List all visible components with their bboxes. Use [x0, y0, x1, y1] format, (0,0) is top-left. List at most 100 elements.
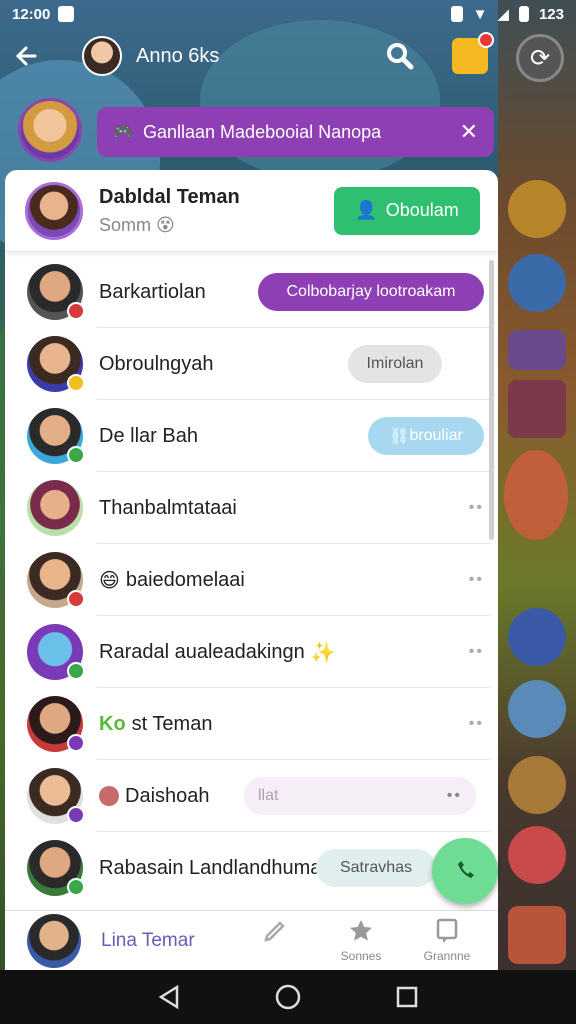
- notification-status-icon: [58, 6, 75, 22]
- status-bar: 12:00 ▼ ◢ 123: [0, 0, 576, 28]
- action-button[interactable]: llat ••: [244, 777, 476, 815]
- list-item[interactable]: Ko st Teman ••: [5, 688, 498, 760]
- compass-icon[interactable]: [508, 254, 566, 312]
- sync-icon: ⟳: [529, 44, 551, 72]
- search-icon: [387, 43, 414, 70]
- list-item-name: Rabasain Landlandhumah: [99, 856, 333, 879]
- status-right-text: 123: [538, 5, 564, 23]
- avatar[interactable]: [27, 913, 81, 968]
- list-item-name: Daishoah: [99, 785, 210, 808]
- avatar: [27, 840, 85, 896]
- tab-active-label[interactable]: Lina Temar: [101, 930, 195, 952]
- list-item[interactable]: Raradal aualeadakingn ✨ ••: [5, 616, 498, 688]
- triangle-back-icon: [158, 984, 179, 1010]
- list-item[interactable]: 😄 baiedomelaai ••: [5, 544, 498, 616]
- list-item[interactable]: Thanbalmtataai ••: [5, 472, 498, 544]
- avatar: [27, 696, 85, 752]
- list-item-name: De llar Bah: [99, 424, 198, 447]
- banner-avatar[interactable]: [18, 98, 82, 162]
- banner-text: Ganllaan Madebooial Nanopa: [143, 121, 382, 142]
- more-icon[interactable]: ••: [469, 715, 484, 732]
- banner-close-button[interactable]: ✕: [460, 119, 478, 145]
- emoji-icon: 😵: [156, 214, 175, 235]
- action-button[interactable]: Colbobarjay lootroakam: [258, 273, 484, 311]
- avatar: [27, 408, 85, 464]
- tag-icon: Ko: [99, 712, 126, 735]
- action-button[interactable]: ⛓ brouliar: [368, 417, 484, 455]
- check-shield-icon[interactable]: [508, 826, 566, 884]
- list-item-name: 😄 baiedomelaai: [99, 568, 245, 592]
- battery-icon: [518, 6, 529, 22]
- action-button[interactable]: Satravhas: [316, 849, 436, 887]
- more-icon[interactable]: ••: [469, 571, 484, 588]
- search-button[interactable]: [380, 36, 420, 76]
- panel-subtitle: Somm 😵: [99, 214, 175, 235]
- status-badge: [67, 446, 85, 464]
- game-controller-icon: 🎮: [113, 124, 133, 141]
- hammer-icon[interactable]: [508, 756, 566, 814]
- page-title: Anno 6ks: [136, 44, 220, 67]
- avatar: [27, 264, 85, 320]
- tab-messages[interactable]: Grannne: [417, 917, 477, 963]
- vibrate-icon: [450, 6, 463, 22]
- avatar[interactable]: [25, 181, 83, 240]
- call-fab-button[interactable]: [432, 838, 498, 904]
- bottom-tab-bar: Lina Temar Sonnes Grannne: [5, 910, 498, 970]
- list-item-name: Barkartiolan: [99, 280, 206, 303]
- avatar: [27, 480, 83, 536]
- header-action-button[interactable]: 👤 Oboulam: [334, 186, 480, 235]
- list-item[interactable]: De llar Bah ⛓ brouliar: [5, 400, 498, 472]
- nav-back-button[interactable]: [154, 982, 184, 1012]
- friends-panel: Dabldal Teman Somm 😵 👤 Oboulam Barkartio…: [5, 170, 498, 970]
- circle-home-icon: [275, 984, 301, 1010]
- tab-favorites[interactable]: Sonnes: [331, 917, 391, 963]
- nav-home-button[interactable]: [273, 982, 303, 1012]
- character-icon: [504, 450, 568, 540]
- list-item[interactable]: Daishoah llat ••: [5, 760, 498, 832]
- list-item[interactable]: Rabasain Landlandhumah Satravhas: [5, 832, 498, 904]
- notification-button[interactable]: [452, 32, 494, 74]
- app-bar: Anno 6ks: [0, 30, 500, 82]
- back-button[interactable]: [0, 30, 52, 82]
- status-badge: [67, 590, 85, 608]
- panel-header: Dabldal Teman Somm 😵 👤 Oboulam: [5, 170, 498, 252]
- list-item[interactable]: Barkartiolan Colbobarjay lootroakam: [5, 256, 498, 328]
- list-item[interactable]: Obroulngyah Imirolan: [5, 328, 498, 400]
- more-icon[interactable]: ••: [469, 643, 484, 660]
- map-icon[interactable]: [508, 380, 566, 438]
- status-badge: [67, 302, 85, 320]
- trophy-icon[interactable]: [508, 180, 566, 238]
- sword-icon[interactable]: [508, 608, 566, 666]
- list-item-name: Ko st Teman: [99, 712, 213, 735]
- notification-badge: [478, 32, 494, 48]
- star-icon: [350, 920, 372, 941]
- event-banner[interactable]: 🎮 Ganllaan Madebooial Nanopa ✕: [97, 107, 494, 157]
- avatar[interactable]: [82, 36, 122, 76]
- more-icon[interactable]: ••: [469, 499, 484, 516]
- game-side-rail: [498, 0, 576, 970]
- nav-recents-button[interactable]: [392, 982, 422, 1012]
- system-nav-bar: [0, 970, 576, 1024]
- pencil-icon: [264, 921, 285, 942]
- more-icon: ••: [446, 787, 462, 804]
- avatar: [27, 552, 85, 608]
- pet-icon[interactable]: [508, 680, 566, 738]
- wifi-icon: ▼: [472, 5, 488, 23]
- link-icon: ⛓: [389, 428, 410, 445]
- action-button[interactable]: Imirolan: [348, 345, 442, 383]
- status-badge: [67, 374, 85, 392]
- friend-list: Barkartiolan Colbobarjay lootroakam Obro…: [5, 256, 498, 904]
- panel-title: Dabldal Teman: [99, 185, 240, 208]
- sparkle-icon: ✨: [310, 641, 336, 664]
- tab-edit[interactable]: [245, 917, 305, 949]
- status-time: 12:00: [12, 5, 51, 23]
- avatar: [27, 624, 85, 680]
- scrollbar[interactable]: [489, 260, 494, 540]
- sync-button[interactable]: ⟳: [516, 34, 564, 82]
- message-icon: [436, 918, 458, 943]
- header-action-label: Oboulam: [385, 200, 459, 220]
- settings-icon[interactable]: [508, 906, 566, 964]
- list-item-name: Obroulngyah: [99, 352, 214, 375]
- event-badge-icon[interactable]: [508, 330, 566, 370]
- signal-icon: ◢: [497, 6, 509, 23]
